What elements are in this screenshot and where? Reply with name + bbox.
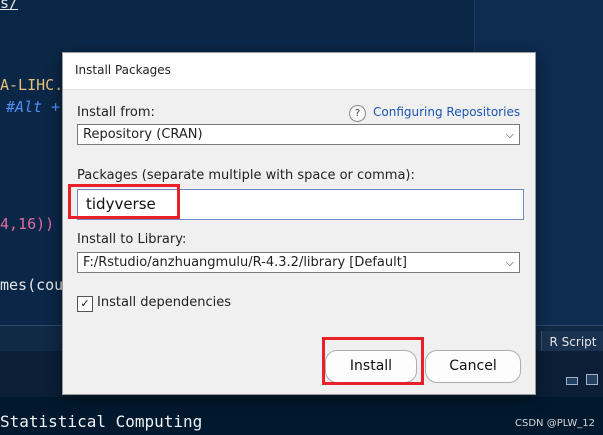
install-from-label: Install from: xyxy=(77,105,155,120)
console-text: Statistical Computing xyxy=(0,412,203,431)
code-fragment-string: A-LIHC. xyxy=(0,76,64,94)
dialog-title: Install Packages xyxy=(75,63,171,77)
r-script-tab[interactable]: R Script xyxy=(541,331,603,353)
dialog-title-bar: Install Packages xyxy=(63,53,535,90)
install-from-value: Repository (CRAN) xyxy=(83,127,203,142)
chevron-down-icon: ⌵ xyxy=(505,256,514,269)
install-packages-dialog: Install Packages Install from: ? Configu… xyxy=(62,52,536,395)
code-fragment-call: mes(cou xyxy=(0,276,64,294)
minimize-icon[interactable] xyxy=(566,377,578,385)
install-to-label: Install to Library: xyxy=(77,232,187,247)
watermark: CSDN @PLW_12 xyxy=(515,418,595,429)
maximize-icon[interactable] xyxy=(586,374,598,385)
library-value: F:/Rstudio/anzhuangmulu/R-4.3.2/library … xyxy=(83,255,407,270)
code-fragment-path: s/ xyxy=(0,0,19,12)
code-fragment-numbers: 4,16)) xyxy=(0,215,55,233)
cancel-button[interactable]: Cancel xyxy=(425,350,521,383)
configuring-repositories-link[interactable]: Configuring Repositories xyxy=(373,105,520,119)
console-pane: Statistical Computing xyxy=(0,397,603,435)
chevron-down-icon: ⌵ xyxy=(505,128,514,141)
help-icon[interactable]: ? xyxy=(349,105,366,122)
install-dependencies-label: Install dependencies xyxy=(97,295,232,310)
library-select[interactable]: F:/Rstudio/anzhuangmulu/R-4.3.2/library … xyxy=(77,252,520,273)
install-from-select[interactable]: Repository (CRAN) ⌵ xyxy=(77,124,520,145)
highlight-packages xyxy=(68,184,180,219)
install-dependencies-checkbox[interactable]: ✓ xyxy=(77,296,93,312)
highlight-install xyxy=(322,337,424,385)
packages-label: Packages (separate multiple with space o… xyxy=(77,168,415,183)
code-fragment-comment: #Alt + xyxy=(6,98,61,116)
